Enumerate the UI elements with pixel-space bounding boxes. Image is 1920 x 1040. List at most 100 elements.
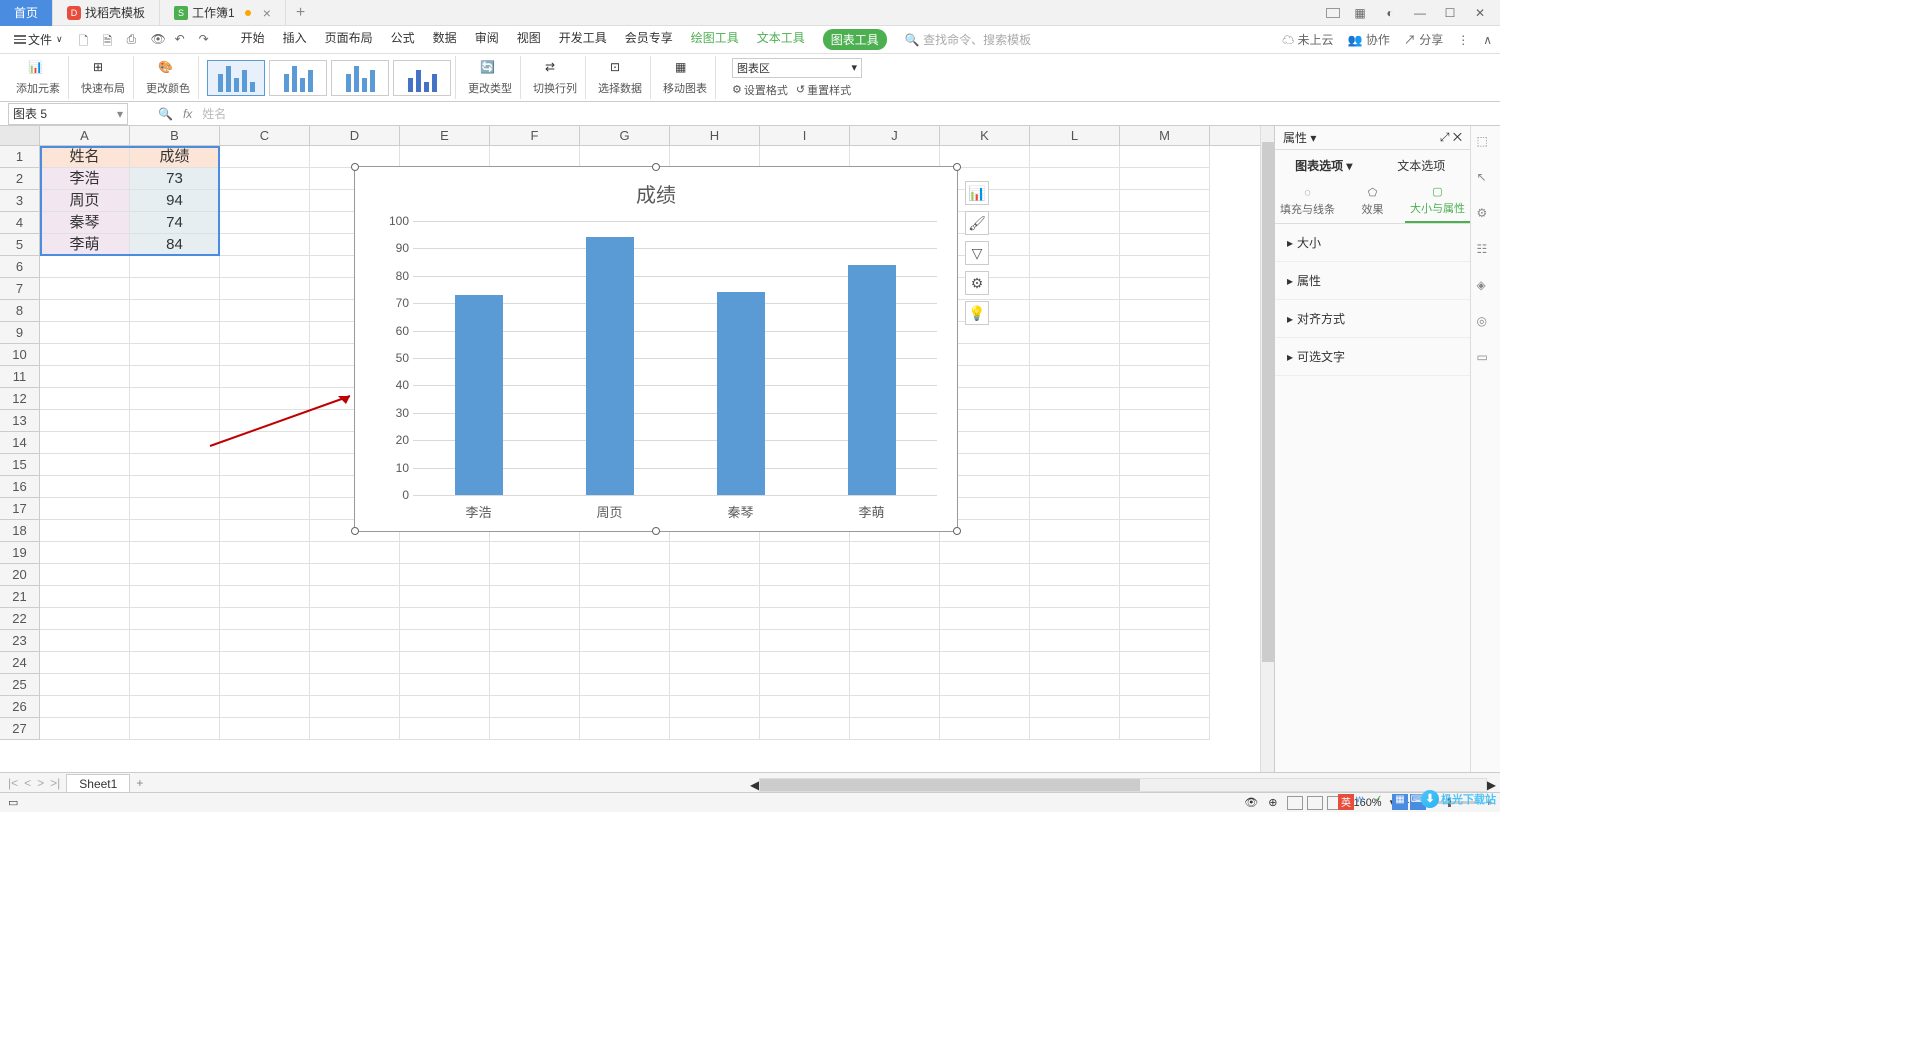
cell[interactable] bbox=[220, 630, 310, 652]
cell[interactable] bbox=[1120, 630, 1210, 652]
row-header[interactable]: 21 bbox=[0, 586, 39, 608]
cell[interactable] bbox=[130, 608, 220, 630]
cell[interactable] bbox=[940, 586, 1030, 608]
focus-icon[interactable]: ⊕ bbox=[1268, 796, 1277, 809]
cell[interactable] bbox=[130, 586, 220, 608]
row-header[interactable]: 16 bbox=[0, 476, 39, 498]
cell[interactable] bbox=[850, 674, 940, 696]
add-tab[interactable]: + bbox=[286, 4, 315, 22]
print-icon[interactable]: ⎙ bbox=[127, 32, 143, 48]
cell[interactable] bbox=[220, 476, 310, 498]
side-style-icon[interactable]: ◈ bbox=[1477, 278, 1495, 296]
cell[interactable] bbox=[580, 630, 670, 652]
cell[interactable] bbox=[130, 344, 220, 366]
cell[interactable] bbox=[1120, 586, 1210, 608]
row-header[interactable]: 18 bbox=[0, 520, 39, 542]
cell[interactable] bbox=[1030, 696, 1120, 718]
cell[interactable] bbox=[220, 410, 310, 432]
cell[interactable] bbox=[400, 542, 490, 564]
row-header[interactable]: 24 bbox=[0, 652, 39, 674]
cell[interactable] bbox=[220, 278, 310, 300]
cell[interactable] bbox=[1030, 564, 1120, 586]
minimize-icon[interactable]: — bbox=[1410, 3, 1430, 23]
cell[interactable]: 周页 bbox=[40, 190, 130, 212]
cell[interactable] bbox=[220, 146, 310, 168]
cell[interactable] bbox=[490, 542, 580, 564]
row-header[interactable]: 6 bbox=[0, 256, 39, 278]
cell[interactable] bbox=[850, 542, 940, 564]
layout-icon[interactable] bbox=[1326, 8, 1340, 18]
cell[interactable] bbox=[40, 498, 130, 520]
cell[interactable] bbox=[400, 696, 490, 718]
apps-icon[interactable]: ▦ bbox=[1350, 3, 1370, 23]
cell[interactable] bbox=[310, 542, 400, 564]
cell[interactable]: 李浩 bbox=[40, 168, 130, 190]
cell[interactable] bbox=[1030, 586, 1120, 608]
cell[interactable] bbox=[580, 564, 670, 586]
cell[interactable] bbox=[1120, 410, 1210, 432]
command-search[interactable]: 🔍 查找命令、搜索模板 bbox=[905, 31, 1031, 48]
tab-insert[interactable]: 插入 bbox=[283, 29, 307, 50]
cell[interactable] bbox=[670, 586, 760, 608]
cell[interactable] bbox=[1030, 630, 1120, 652]
cell[interactable] bbox=[130, 564, 220, 586]
cell[interactable] bbox=[130, 696, 220, 718]
chart-bar[interactable] bbox=[848, 265, 896, 495]
cell[interactable] bbox=[1030, 410, 1120, 432]
cell[interactable] bbox=[220, 432, 310, 454]
row-header[interactable]: 8 bbox=[0, 300, 39, 322]
cell[interactable] bbox=[1030, 278, 1120, 300]
cell[interactable] bbox=[1120, 322, 1210, 344]
cell[interactable] bbox=[130, 366, 220, 388]
cell[interactable] bbox=[1120, 652, 1210, 674]
cell[interactable] bbox=[1030, 234, 1120, 256]
cell[interactable] bbox=[580, 652, 670, 674]
cell[interactable] bbox=[130, 410, 220, 432]
share-button[interactable]: ↗ 分享 bbox=[1404, 31, 1443, 48]
col-header[interactable]: D bbox=[310, 126, 400, 145]
fill-line-tab[interactable]: ◌填充与线条 bbox=[1275, 180, 1340, 223]
cell[interactable] bbox=[760, 564, 850, 586]
cell[interactable] bbox=[130, 278, 220, 300]
cell[interactable] bbox=[130, 542, 220, 564]
cell[interactable] bbox=[40, 388, 130, 410]
chart-object[interactable]: 成绩 0102030405060708090100 李浩周页秦琴李萌 📊 🖌 ▽… bbox=[354, 166, 958, 532]
col-header[interactable]: J bbox=[850, 126, 940, 145]
row-header[interactable]: 2 bbox=[0, 168, 39, 190]
cell[interactable]: 94 bbox=[130, 190, 220, 212]
cell[interactable] bbox=[220, 168, 310, 190]
cell[interactable]: 李萌 bbox=[40, 234, 130, 256]
cell[interactable] bbox=[1120, 278, 1210, 300]
row-header[interactable]: 19 bbox=[0, 542, 39, 564]
cell[interactable] bbox=[1120, 300, 1210, 322]
cell[interactable] bbox=[220, 256, 310, 278]
cell[interactable] bbox=[40, 630, 130, 652]
row-header[interactable]: 15 bbox=[0, 454, 39, 476]
pin-icon[interactable]: ⤢ bbox=[1440, 130, 1450, 144]
cell[interactable] bbox=[580, 674, 670, 696]
cell[interactable] bbox=[940, 630, 1030, 652]
cell[interactable] bbox=[220, 366, 310, 388]
cell[interactable] bbox=[1120, 256, 1210, 278]
cell[interactable] bbox=[220, 300, 310, 322]
cell[interactable] bbox=[40, 454, 130, 476]
row-header[interactable]: 27 bbox=[0, 718, 39, 740]
cell[interactable] bbox=[130, 674, 220, 696]
saveas-icon[interactable]: 🗎 bbox=[103, 32, 119, 48]
cell[interactable]: 74 bbox=[130, 212, 220, 234]
cell[interactable] bbox=[400, 564, 490, 586]
cell[interactable] bbox=[850, 146, 940, 168]
cell[interactable] bbox=[850, 564, 940, 586]
cell[interactable] bbox=[580, 542, 670, 564]
cell[interactable] bbox=[580, 718, 670, 740]
cell[interactable] bbox=[310, 630, 400, 652]
cell[interactable] bbox=[1120, 190, 1210, 212]
cell[interactable] bbox=[220, 542, 310, 564]
cell[interactable] bbox=[130, 630, 220, 652]
chart-title[interactable]: 成绩 bbox=[355, 167, 957, 214]
cell[interactable] bbox=[220, 388, 310, 410]
cell[interactable] bbox=[490, 652, 580, 674]
cell[interactable] bbox=[220, 674, 310, 696]
tab-view[interactable]: 视图 bbox=[517, 29, 541, 50]
search-fx-icon[interactable]: 🔍 bbox=[158, 107, 173, 121]
